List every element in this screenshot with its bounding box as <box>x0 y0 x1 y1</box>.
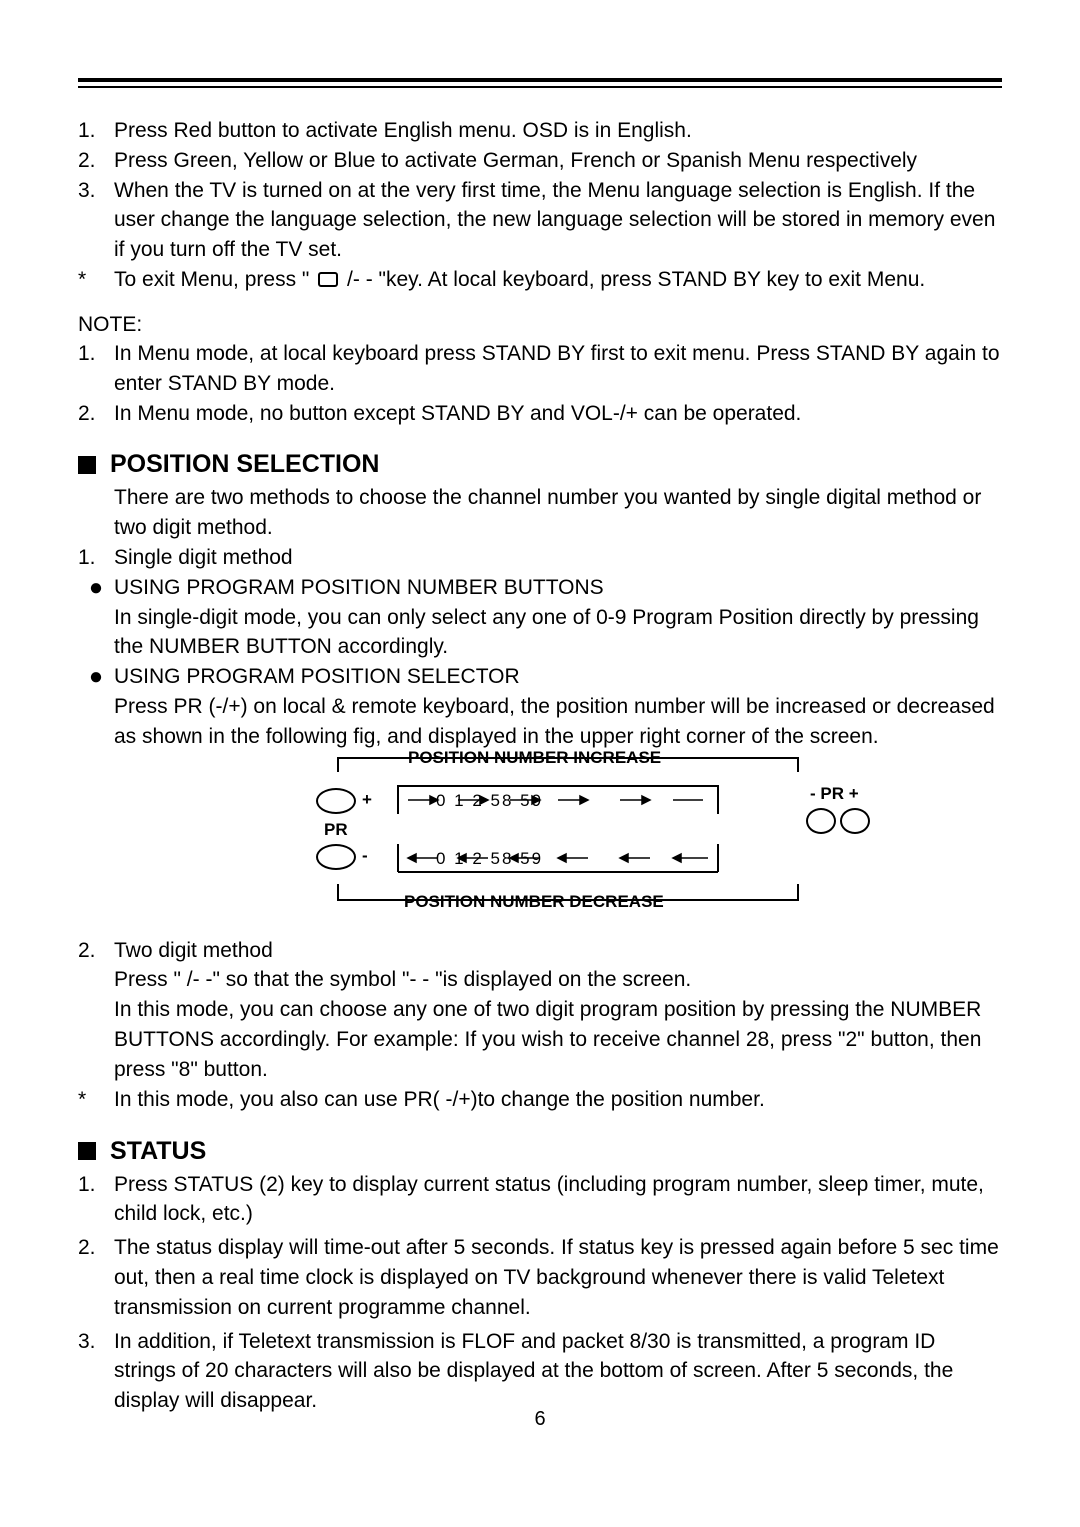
intro-list: 1. Press Red button to activate English … <box>78 116 1002 295</box>
list-text: Press STATUS (2) key to display current … <box>114 1170 1002 1230</box>
list-number: 1. <box>78 339 114 399</box>
menu-key-icon <box>318 272 338 287</box>
list-number: 2. <box>78 146 114 176</box>
diagram-seq-decrease: 0 1 2 58 59 <box>436 849 543 869</box>
list-text: Press Red button to activate English men… <box>114 116 1002 146</box>
note-list: 1. In Menu mode, at local keyboard press… <box>78 339 1002 428</box>
section-title: POSITION SELECTION <box>110 450 379 479</box>
page-content: 1. Press Red button to activate English … <box>78 78 1002 1416</box>
list-text: In Menu mode, no button except STAND BY … <box>114 399 1002 429</box>
page-number: 6 <box>0 1408 1080 1431</box>
dot-bullet-icon: ● <box>78 662 114 751</box>
list-number: 3. <box>78 176 114 265</box>
list-text: Press Green, Yellow or Blue to activate … <box>114 146 1002 176</box>
list-number: 2. <box>78 1233 114 1322</box>
list-text: In addition, if Teletext transmission is… <box>114 1327 1002 1416</box>
pr-plus-button-icon <box>316 788 356 814</box>
pr-plus-remote-icon <box>840 808 870 834</box>
pr-pm-label: - PR + <box>810 784 859 804</box>
bullet-desc: Press PR (-/+) on local & remote keyboar… <box>114 692 1002 752</box>
diagram-decrease-label: POSITION NUMBER DECREASE <box>404 892 664 912</box>
square-bullet-icon <box>78 1142 96 1160</box>
pr-label: PR <box>324 820 348 840</box>
pr-minus-button-icon <box>316 844 356 870</box>
square-bullet-icon <box>78 456 96 474</box>
list-number: 1. <box>78 1170 114 1230</box>
position-list: 1. Single digit method ● USING PROGRAM P… <box>78 543 1002 752</box>
list-text: Single digit method <box>114 543 1002 573</box>
position-diagram: POSITION NUMBER INCREASE POSITION NUMBER… <box>258 754 1002 924</box>
pr-minus-remote-icon <box>806 808 836 834</box>
list-text: In Menu mode, at local keyboard press ST… <box>114 339 1002 399</box>
bullet-title: USING PROGRAM POSITION NUMBER BUTTONS <box>114 573 1002 603</box>
top-rule <box>78 78 1002 88</box>
list-text: The status display will time-out after 5… <box>114 1233 1002 1322</box>
exit-menu-text-b: /- - "key. At local keyboard, press STAN… <box>341 268 925 291</box>
list-star: * <box>78 1085 114 1115</box>
list-text: When the TV is turned on at the very fir… <box>114 176 1002 265</box>
plus-label: + <box>362 790 372 810</box>
list-text: To exit Menu, press " /- - "key. At loca… <box>114 265 1002 295</box>
two-digit-list: 2. Two digit method Press " /- -" so tha… <box>78 936 1002 1115</box>
section-title: STATUS <box>110 1137 206 1166</box>
diagram-increase-label: POSITION NUMBER INCREASE <box>408 748 661 768</box>
list-number: 3. <box>78 1327 114 1416</box>
diagram-seq-increase: 0 1 2 58 59 <box>436 791 543 811</box>
section-heading-position: POSITION SELECTION <box>78 450 1002 479</box>
bullet-desc: In single-digit mode, you can only selec… <box>114 603 1002 663</box>
bullet-title: USING PROGRAM POSITION SELECTOR <box>114 662 1002 692</box>
two-digit-line-a: Press " /- -" so that the symbol "- - "i… <box>114 965 1002 995</box>
two-digit-line-b: In this mode, you can choose any one of … <box>114 995 1002 1084</box>
list-star: * <box>78 265 114 295</box>
status-list: 1. Press STATUS (2) key to display curre… <box>78 1170 1002 1417</box>
dot-bullet-icon: ● <box>78 573 114 662</box>
minus-label: - <box>362 846 368 866</box>
list-number: 2. <box>78 936 114 1085</box>
position-intro: There are two methods to choose the chan… <box>78 483 1002 543</box>
list-number: 1. <box>78 116 114 146</box>
note-label: NOTE: <box>78 313 1002 337</box>
list-number: 2. <box>78 399 114 429</box>
section-heading-status: STATUS <box>78 1137 1002 1166</box>
exit-menu-text-a: To exit Menu, press " <box>114 268 315 291</box>
two-digit-title: Two digit method <box>114 936 1002 966</box>
list-number: 1. <box>78 543 114 573</box>
two-digit-star-text: In this mode, you also can use PR( -/+)t… <box>114 1085 1002 1115</box>
